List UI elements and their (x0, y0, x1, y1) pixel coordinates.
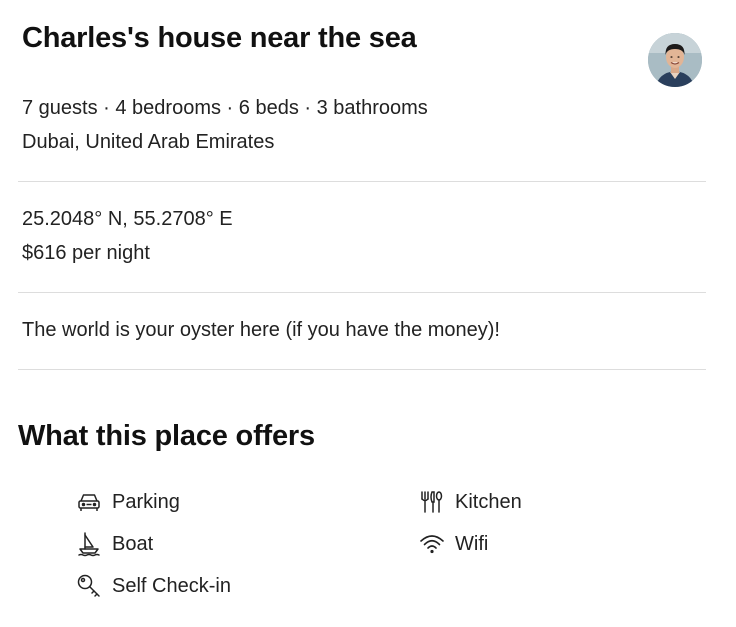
divider (18, 369, 706, 370)
amenity-label: Boat (112, 532, 154, 555)
listing-header: Charles's house near the sea (22, 20, 712, 90)
amenity-self-check-in: Self Check-in (76, 572, 231, 600)
amenity-label: Kitchen (455, 490, 522, 513)
divider (18, 181, 706, 182)
listing-summary: 7 guests · 4 bedrooms · 6 beds · 3 bathr… (22, 97, 428, 119)
amenity-boat: Boat (76, 530, 153, 558)
wifi-icon (419, 531, 445, 557)
divider (18, 292, 706, 293)
amenity-kitchen: Kitchen (419, 488, 522, 516)
key-icon (76, 573, 102, 599)
amenity-parking: Parking (76, 488, 180, 516)
sailboat-icon (76, 531, 102, 557)
listing-title: Charles's house near the sea (22, 22, 417, 54)
avatar-image (648, 33, 702, 87)
amenity-label: Parking (112, 490, 180, 513)
listing-price: $616 per night (22, 242, 150, 264)
amenity-label: Self Check-in (112, 574, 231, 597)
utensils-icon (419, 489, 445, 515)
listing-location: Dubai, United Arab Emirates (22, 131, 275, 153)
listing-page: Charles's house near the sea 7 guests · … (0, 0, 736, 627)
listing-description: The world is your oyster here (if you ha… (22, 319, 500, 341)
amenity-wifi: Wifi (419, 530, 488, 558)
amenities-title: What this place offers (18, 420, 315, 452)
amenity-label: Wifi (455, 532, 489, 555)
listing-coordinates: 25.2048° N, 55.2708° E (22, 208, 233, 230)
host-avatar[interactable] (648, 33, 702, 87)
car-icon (76, 489, 102, 515)
